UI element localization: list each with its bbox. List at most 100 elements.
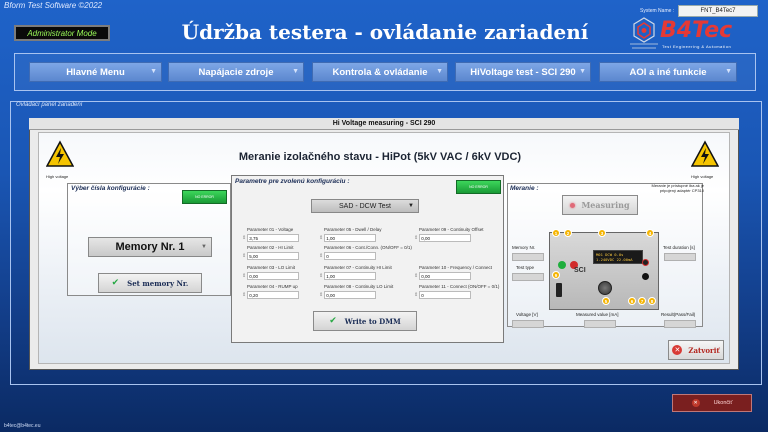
test-duration-label: Test duration [s]: [663, 245, 695, 250]
exit-button[interactable]: ✕ Ukončiť: [672, 394, 752, 412]
chevron-down-icon: ▼: [292, 68, 299, 75]
param-04-label: Parameter 04 - RUMP up: [247, 284, 298, 289]
check-icon: ✔: [329, 316, 337, 326]
param-09-value[interactable]: 0,00: [419, 234, 472, 242]
sci-290-device: M01 DCW 0.0s 1.240VDC 22.00mA SCI 1 2 3 …: [549, 229, 659, 310]
param-10-value[interactable]: 0,00: [419, 272, 472, 280]
measure-note: Meranie je prístupné iba ak je pripojený…: [651, 183, 704, 193]
menu-main-label: Hlavné Menu: [66, 66, 125, 78]
write-to-dmm-label: Write to DMM: [344, 316, 401, 326]
menu-hivoltage-label: HiVoltage test - SCI 290: [470, 66, 576, 78]
param-07-input[interactable]: ⇕ 1,00: [319, 272, 379, 280]
warning-label: High voltage: [46, 174, 69, 179]
spinner-icon[interactable]: ⇕: [414, 292, 418, 298]
menu-control-button[interactable]: Kontrola & ovládanie ▼: [312, 62, 448, 82]
spinner-icon[interactable]: ⇕: [319, 292, 323, 298]
measuring-button[interactable]: Measuring: [562, 195, 638, 215]
chevron-down-icon: ▼: [725, 68, 732, 75]
test-mode-select[interactable]: SAD - DCW Test ▼: [311, 199, 419, 213]
params-title: Parametre pre zvolenú konfiguráciu :: [235, 178, 350, 185]
param-03-value[interactable]: 0,00: [247, 272, 300, 280]
menu-power-supplies-button[interactable]: Napájacie zdroje ▼: [168, 62, 304, 82]
param-03-label: Parameter 03 - LO Limit: [247, 265, 296, 270]
logo-subtitle: Test Engineering & Automation: [662, 44, 732, 49]
spinner-icon[interactable]: ⇕: [414, 273, 418, 279]
spinner-icon[interactable]: ⇕: [242, 273, 246, 279]
param-01-label: Parameter 01 - Voltage: [247, 227, 294, 232]
param-07-value[interactable]: 1,00: [324, 272, 377, 280]
page-title: Údržba testera - ovládanie zariadení: [181, 20, 589, 44]
voltage-label: Voltage [V]: [516, 312, 538, 317]
high-voltage-warning-right: High voltage: [690, 139, 720, 179]
start-button-icon: [558, 261, 566, 269]
warning-label: High voltage: [691, 174, 714, 179]
test-type-output: [512, 273, 544, 281]
spinner-icon[interactable]: ⇕: [414, 235, 418, 241]
measure-title: Meranie :: [510, 185, 539, 192]
callout-2: 2: [564, 229, 572, 237]
param-05-value[interactable]: 1,00: [324, 234, 377, 242]
device-display-line2: 1.240VDC 22.00mA: [596, 257, 633, 262]
param-06-label: Parameter 06 - Cont./Conn. (ON/OFF = 0/1…: [324, 245, 412, 250]
chevron-down-icon: ▼: [408, 203, 414, 209]
param-09-input[interactable]: ⇕ 0,00: [414, 234, 474, 242]
logo-mark-icon: [630, 17, 658, 49]
spinner-icon[interactable]: ⇕: [242, 292, 246, 298]
spinner-icon[interactable]: ⇕: [242, 235, 246, 241]
logo-text: B4Tec: [660, 18, 733, 43]
chevron-down-icon: ▼: [436, 68, 443, 75]
callout-4: 4: [646, 229, 654, 237]
param-08-value[interactable]: 0,00: [324, 291, 377, 299]
param-06-value[interactable]: 0: [324, 252, 377, 260]
spinner-icon[interactable]: ⇕: [242, 253, 246, 259]
app-title: Bform Test Software ©2022: [4, 1, 103, 10]
power-switch-icon: [556, 283, 562, 297]
memory-select-value: Memory Nr. 1: [115, 241, 185, 253]
write-to-dmm-button[interactable]: ✔ Write to DMM: [313, 311, 417, 331]
close-button[interactable]: ✕ Zatvoriť: [668, 340, 724, 360]
param-11-label: Parameter 11 - Connect (ON/OFF = 0/1): [419, 284, 500, 289]
status-led-icon: [570, 202, 576, 208]
check-icon: ✔: [111, 278, 120, 288]
callout-9: 9: [552, 271, 560, 279]
result-label: Result(Pass/Fail): [661, 312, 696, 317]
param-05-input[interactable]: ⇕ 1,00: [319, 234, 379, 242]
exit-icon: ✕: [691, 399, 700, 407]
param-11-input[interactable]: ⇕ 0: [414, 291, 474, 299]
admin-mode-badge: Administrator Mode: [14, 25, 110, 41]
param-04-input[interactable]: ⇕ 0,20: [242, 291, 302, 299]
param-02-input[interactable]: ⇕ 5,00: [242, 252, 302, 260]
chevron-down-icon: ▼: [579, 68, 586, 75]
callout-3: 3: [598, 229, 606, 237]
high-voltage-icon: [45, 140, 75, 167]
param-08-input[interactable]: ⇕ 0,00: [319, 291, 379, 299]
param-11-value[interactable]: 0: [419, 291, 472, 299]
close-label: Zatvoriť: [688, 345, 720, 355]
param-04-value[interactable]: 0,20: [247, 291, 300, 299]
device-brand: SCI: [574, 267, 586, 274]
params-error-indicator: NO ERROR: [456, 180, 501, 194]
callout-1: 1: [552, 229, 560, 237]
config-title: Výber čísla konfigurácie :: [71, 185, 150, 192]
spinner-icon[interactable]: ⇕: [319, 235, 323, 241]
result-output: [664, 320, 696, 328]
set-memory-button[interactable]: ✔ Set memory Nr.: [98, 273, 202, 293]
spinner-icon[interactable]: ⇕: [319, 253, 323, 259]
spinner-icon[interactable]: ⇕: [319, 273, 323, 279]
param-06-input[interactable]: ⇕ 0: [319, 252, 379, 260]
param-09-label: Parameter 09 - Continuity Offset: [419, 227, 484, 232]
config-error-indicator: NO ERROR: [182, 190, 227, 204]
memory-nr-output: [512, 253, 544, 261]
memory-select[interactable]: Memory Nr. 1 ▼: [88, 237, 212, 257]
hv-terminal-icon: [642, 259, 649, 266]
param-01-input[interactable]: ⇕ 3,75: [242, 234, 302, 242]
menu-main-button[interactable]: Hlavné Menu ▼: [29, 62, 162, 82]
param-02-value[interactable]: 5,00: [247, 252, 300, 260]
device-display: M01 DCW 0.0s 1.240VDC 22.00mA: [593, 250, 643, 264]
menu-aoi-button[interactable]: AOI a iné funkcie ▼: [599, 62, 737, 82]
param-03-input[interactable]: ⇕ 0,00: [242, 272, 302, 280]
menu-hivoltage-button[interactable]: HiVoltage test - SCI 290 ▼: [455, 62, 591, 82]
chevron-down-icon: ▼: [201, 244, 207, 250]
param-10-input[interactable]: ⇕ 0,00: [414, 272, 474, 280]
param-01-value[interactable]: 3,75: [247, 234, 300, 242]
